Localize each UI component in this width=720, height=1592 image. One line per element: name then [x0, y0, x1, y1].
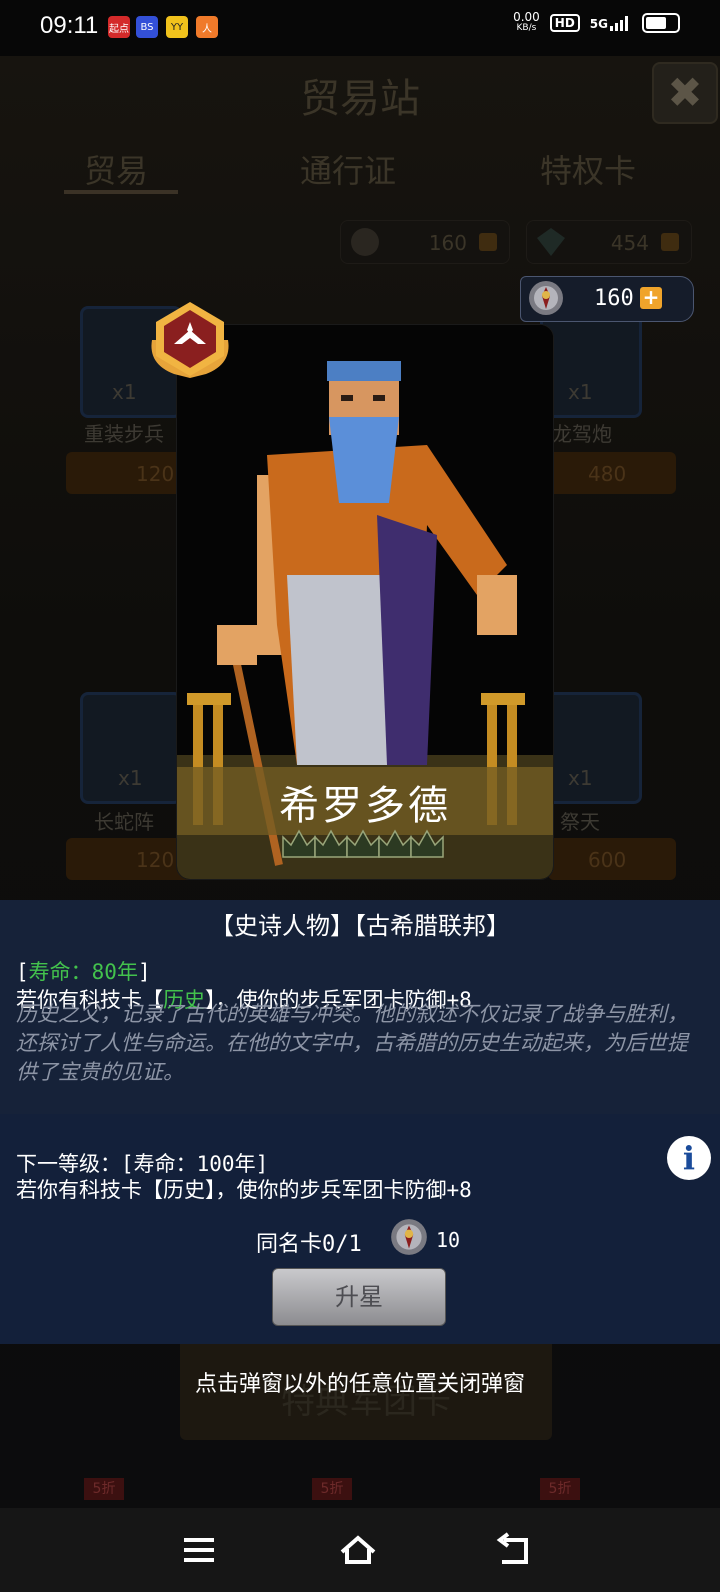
card-count: x1	[568, 380, 593, 404]
bs-app-icon: BS	[136, 16, 158, 38]
sale-badge: 5折	[84, 1478, 124, 1500]
gem-icon	[537, 228, 565, 256]
lifespan: [寿命：80年]	[16, 960, 151, 984]
gem-resource: 454	[526, 220, 692, 264]
card-label: 龙驾炮	[552, 422, 612, 446]
yy-app-icon: YY	[166, 16, 188, 38]
add-gem-button[interactable]	[661, 233, 679, 251]
card-count: x1	[568, 766, 593, 790]
tab-indicator	[64, 190, 178, 194]
epic-rank-badge-icon	[151, 302, 229, 378]
net-speed: 0.00 KB/s	[513, 10, 540, 33]
card-description: 历史之父，记录了古代的英雄与冲突。他的叙述不仅记录了战争与胜利，还探讨了人性与命…	[16, 1002, 688, 1084]
tab-trade[interactable]: 贸易	[84, 146, 148, 192]
tab-privilege[interactable]: 特权卡	[540, 146, 636, 192]
price-button[interactable]: 120	[66, 452, 194, 494]
upgrade-cost: 10	[436, 1228, 461, 1252]
sale-badge: 5折	[540, 1478, 580, 1500]
qidian-app-icon: 起点	[108, 16, 130, 38]
battery-icon	[642, 13, 680, 33]
emblem-count: 160	[594, 286, 634, 311]
back-icon[interactable]	[494, 1532, 534, 1568]
close-hint: 点击弹窗以外的任意位置关闭弹窗	[194, 1372, 525, 1397]
emblem-icon	[391, 1219, 427, 1255]
status-indicators: 0.00 KB/s HD 5G	[513, 10, 680, 34]
star-rating	[282, 829, 444, 858]
menu-icon[interactable]	[180, 1532, 220, 1568]
card-tags: 【史诗人物】【古希腊联邦】	[210, 912, 510, 940]
add-emblem-button[interactable]: +	[640, 287, 662, 309]
card-count: x1	[112, 380, 137, 404]
card-count: x1	[118, 766, 143, 790]
card-label: 祭天	[560, 810, 600, 834]
runner-app-icon: 人	[196, 16, 218, 38]
clock: 09:11	[40, 12, 99, 39]
next-level-effect: 若你有科技卡【历史】，使你的步兵军团卡防御+8	[16, 1178, 472, 1202]
tab-pass[interactable]: 通行证	[300, 146, 396, 192]
card-label: 长蛇阵	[94, 810, 154, 834]
character-card: 希罗多德	[176, 324, 554, 880]
card-label: 重装步兵	[84, 422, 164, 446]
home-icon[interactable]	[338, 1532, 378, 1568]
price-button[interactable]: 480	[548, 452, 676, 494]
close-button[interactable]: ✖	[652, 62, 718, 124]
info-button[interactable]: i	[667, 1136, 711, 1180]
sale-badge: 5折	[312, 1478, 352, 1500]
hd-icon: HD	[549, 14, 580, 32]
page-title: 贸易站	[300, 76, 420, 122]
upgrade-star-button[interactable]: 升星	[272, 1268, 446, 1326]
signal-icon: 5G	[590, 15, 632, 31]
emblem-resource: 160	[340, 220, 510, 264]
card-name: 希罗多德	[279, 783, 451, 829]
emblem-icon	[529, 281, 563, 315]
add-emblem-button[interactable]	[479, 233, 497, 251]
price-button[interactable]: 120	[66, 838, 194, 880]
duplicate-card-count: 同名卡0/1	[256, 1232, 362, 1257]
emblem-icon	[351, 228, 379, 256]
price-button[interactable]: 600	[548, 838, 676, 880]
